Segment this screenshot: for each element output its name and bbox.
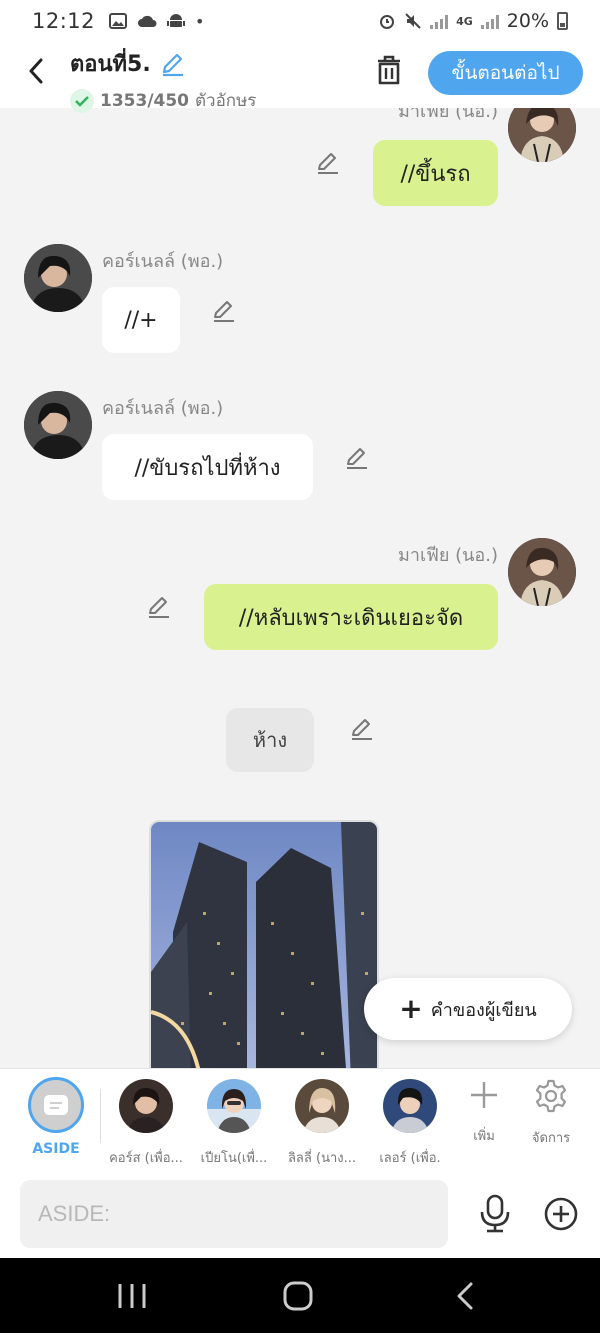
title-area: ตอนที่5. 1353/450 ตัวอักษร <box>70 46 256 114</box>
add-character-button[interactable]: เพิ่ม <box>454 1079 514 1146</box>
trash-icon <box>378 55 400 85</box>
header: ตอนที่5. 1353/450 ตัวอักษร ขั้นตอนต่อไป <box>0 42 600 113</box>
gear-icon <box>535 1079 567 1113</box>
message-bubble[interactable]: //ขับรถไปที่ห้าง <box>102 434 313 500</box>
character-aside[interactable]: ASIDE <box>16 1077 96 1157</box>
manage-label: จัดการ <box>531 1131 571 1146</box>
recent-apps-icon <box>118 1284 146 1308</box>
avatar <box>383 1079 437 1133</box>
image-message[interactable] <box>149 820 379 1068</box>
recent-apps-button[interactable] <box>112 1280 152 1312</box>
speaker-name: คอร์เนลล์ (พอ.) <box>102 398 224 419</box>
avatar <box>207 1079 261 1133</box>
writer-note-button[interactable]: + คำของผู้เขียน <box>364 978 572 1040</box>
microphone-icon <box>480 1194 510 1233</box>
character-item[interactable]: คอร์ส (เพื่อ... <box>106 1077 186 1168</box>
gallery-icon <box>109 13 128 29</box>
message-bubble[interactable]: //ขึ้นรถ <box>373 140 498 206</box>
character-item[interactable]: เปียโน(เพื่... <box>194 1077 274 1168</box>
back-nav-button[interactable] <box>446 1280 486 1312</box>
delete-button[interactable] <box>374 54 406 88</box>
character-label: คอร์ส (เพื่อ... <box>109 1151 183 1166</box>
edit-message-icon[interactable] <box>348 716 374 742</box>
message-bubble[interactable]: //+ <box>102 287 180 353</box>
avatar[interactable] <box>508 108 576 162</box>
edit-message-icon[interactable] <box>343 445 369 471</box>
battery-percent: 20% <box>506 10 549 32</box>
edit-message-icon[interactable] <box>145 594 171 620</box>
aside-label: ASIDE <box>32 1141 80 1157</box>
dot-icon: • <box>195 11 205 31</box>
edit-message-icon[interactable] <box>210 298 236 324</box>
speaker-name: คอร์เนลล์ (พอ.) <box>102 251 224 272</box>
back-button[interactable] <box>22 56 50 86</box>
add-attachment-button[interactable] <box>543 1196 579 1232</box>
writer-note-label: คำของผู้เขียน <box>430 999 537 1021</box>
character-label: เปียโน(เพื่... <box>200 1151 268 1166</box>
status-time: 12:12 <box>32 9 96 33</box>
plus-icon <box>471 1082 497 1108</box>
edit-title-icon[interactable] <box>159 51 185 77</box>
plus-icon: + <box>399 992 423 1025</box>
character-bar: ASIDE คอร์ส (เพื่อ... เปียโน(เพื่... ลิล… <box>0 1068 600 1170</box>
next-step-button[interactable]: ขั้นตอนต่อไป <box>428 51 583 95</box>
avatar[interactable] <box>24 391 92 459</box>
android-icon <box>167 14 186 27</box>
battery-icon <box>557 12 568 30</box>
system-nav-bar <box>0 1258 600 1333</box>
mic-button[interactable] <box>478 1194 512 1234</box>
alarm-icon <box>380 15 395 29</box>
plus-circle-icon <box>544 1197 578 1231</box>
character-label: เลอร์ (เพื่อ. <box>379 1151 441 1166</box>
character-item[interactable]: ลิลลี่ (นาง... <box>282 1077 362 1168</box>
character-item[interactable]: เลอร์ (เพื่อ. <box>370 1077 450 1168</box>
speaker-name: มาเฟีย (นอ.) <box>397 108 498 122</box>
network-label: 4G <box>456 14 473 28</box>
signal-icon <box>430 13 449 29</box>
avatar[interactable] <box>24 244 92 312</box>
message-bubble[interactable]: //หลับเพราะเดินเยอะจัด <box>204 584 498 650</box>
chevron-left-icon <box>29 58 43 84</box>
manage-button[interactable]: จัดการ <box>521 1079 581 1148</box>
character-label: ลิลลี่ (นาง... <box>287 1151 357 1166</box>
avatar[interactable] <box>508 538 576 606</box>
narration-bubble[interactable]: ห้าง <box>226 708 314 772</box>
add-label: เพิ่ม <box>473 1129 495 1144</box>
chat-area[interactable]: มาเฟีย (นอ.) //ขึ้นรถ คอร์เนลล์ (พอ.) //… <box>0 108 600 1068</box>
speaker-name: มาเฟีย (นอ.) <box>397 545 498 566</box>
page-title: ตอนที่5. <box>70 52 151 77</box>
status-bar: 12:12 • 4G 20% <box>0 0 600 42</box>
back-icon <box>457 1282 473 1310</box>
cloud-icon <box>138 15 157 27</box>
message-input[interactable] <box>20 1180 448 1248</box>
edit-message-icon[interactable] <box>314 150 340 176</box>
building-photo <box>151 822 377 1068</box>
aside-icon <box>28 1077 84 1133</box>
divider <box>100 1089 101 1143</box>
avatar <box>295 1079 349 1133</box>
mute-icon <box>405 13 421 29</box>
input-bar <box>0 1170 600 1258</box>
signal-icon-2 <box>480 13 499 29</box>
home-button[interactable] <box>278 1280 318 1312</box>
home-icon <box>283 1281 313 1311</box>
avatar <box>119 1079 173 1133</box>
